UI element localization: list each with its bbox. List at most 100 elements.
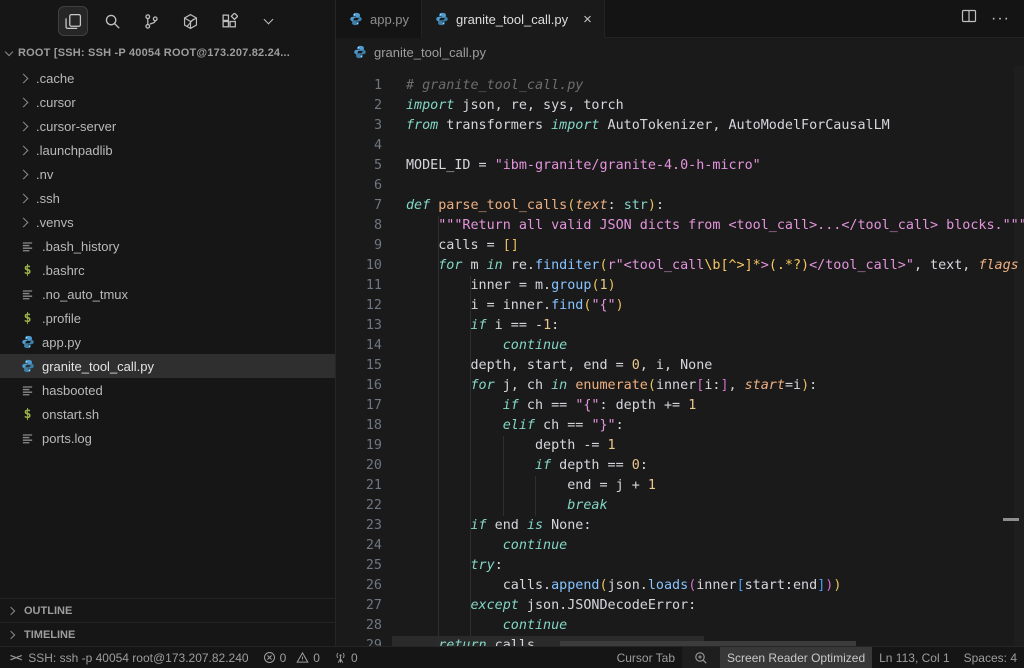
code-text: MODEL_ID = "ibm-granite/granite-4.0-h-mi… [406,158,761,173]
cursor-tab-status[interactable]: Cursor Tab [610,647,682,668]
tree-item--nv[interactable]: .nv [0,162,335,186]
tree-item-onstart-sh[interactable]: $onstart.sh [0,402,335,426]
code-line-21[interactable]: 21 end = j + 1 [336,476,1024,496]
code-line-1[interactable]: 1# granite_tool_call.py [336,76,1024,96]
code-line-18[interactable]: 18 elif ch == "}": [336,416,1024,436]
tab-app-py[interactable]: app.py [336,0,422,38]
code-line-13[interactable]: 13 if i == -1: [336,316,1024,336]
code-text: import json, re, sys, torch [406,98,624,113]
code-line-7[interactable]: 7def parse_tool_calls(text: str): [336,196,1024,216]
tree-item--profile[interactable]: $.profile [0,306,335,330]
code-text: break [406,498,608,513]
code-line-27[interactable]: 27 except json.JSONDecodeError: [336,596,1024,616]
code-text: """Return all valid JSON dicts from <too… [406,218,1024,233]
code-line-20[interactable]: 20 if depth == 0: [336,456,1024,476]
zoom-status[interactable] [682,647,720,668]
indentation-status[interactable]: Spaces: 4 [957,647,1024,668]
code-line-10[interactable]: 10 for m in re.finditer(r"<tool_call\b[^… [336,256,1024,276]
extensions-icon[interactable] [214,6,244,36]
workspace-title: ROOT [SSH: SSH -P 40054 ROOT@173.207.82.… [18,47,290,59]
tree-item--bash-history[interactable]: .bash_history [0,234,335,258]
shell-icon: $ [20,263,35,278]
code-line-14[interactable]: 14 continue [336,336,1024,356]
problems-status[interactable]: 0 0 [256,647,327,668]
vertical-scrollbar[interactable] [1014,66,1024,646]
code-line-25[interactable]: 25 try: [336,556,1024,576]
more-views-chevron-icon[interactable] [253,6,283,36]
close-icon[interactable]: × [583,12,592,27]
code-line-15[interactable]: 15 depth, start, end = 0, i, None [336,356,1024,376]
explorer-section-header[interactable]: ROOT [SSH: SSH -P 40054 ROOT@173.207.82.… [0,42,335,64]
code-line-19[interactable]: 19 depth -= 1 [336,436,1024,456]
code-text: if i == -1: [406,318,559,333]
code-line-9[interactable]: 9 calls = [] [336,236,1024,256]
tree-item--venvs[interactable]: .venvs [0,210,335,234]
code-line-6[interactable]: 6 [336,176,1024,196]
timeline-label: TIMELINE [24,629,75,641]
shell-icon: $ [20,407,35,422]
tree-item-label: .venvs [36,215,74,230]
code-line-8[interactable]: 8 """Return all valid JSON dicts from <t… [336,216,1024,236]
code-line-22[interactable]: 22 break [336,496,1024,516]
status-bar: >< SSH: ssh -p 40054 root@173.207.82.240… [0,646,1024,668]
tree-item-label: .ssh [36,191,60,206]
tree-item--cursor-server[interactable]: .cursor-server [0,114,335,138]
outline-label: OUTLINE [24,605,72,617]
code-text: try: [406,558,503,573]
tree-item--ssh[interactable]: .ssh [0,186,335,210]
folder-chevron-icon [19,217,29,227]
tree-item--cursor[interactable]: .cursor [0,90,335,114]
tab-label: app.py [370,12,409,27]
line-number: 11 [336,276,382,296]
tree-item-granite-tool-call-py[interactable]: granite_tool_call.py [0,354,335,378]
code-line-4[interactable]: 4 [336,136,1024,156]
tree-item--launchpadlib[interactable]: .launchpadlib [0,138,335,162]
code-text: continue [406,618,567,633]
tree-item-hasbooted[interactable]: hasbooted [0,378,335,402]
editor-actions: ··· [961,0,1024,37]
code-line-17[interactable]: 17 if ch == "{": depth += 1 [336,396,1024,416]
more-actions-icon[interactable]: ··· [991,10,1010,28]
code-editor[interactable]: 1# granite_tool_call.py2import json, re,… [336,66,1024,646]
code-line-26[interactable]: 26 calls.append(json.loads(inner[start:e… [336,576,1024,596]
radio-tower-icon [334,651,347,664]
line-number: 19 [336,436,382,456]
search-icon[interactable] [97,6,127,36]
tree-item-ports-log[interactable]: ports.log [0,426,335,450]
zoom-in-magnifier-icon [694,651,708,665]
code-line-11[interactable]: 11 inner = m.group(1) [336,276,1024,296]
code-line-3[interactable]: 3from transformers import AutoTokenizer,… [336,116,1024,136]
remote-explorer-cube-icon[interactable] [175,6,205,36]
folder-chevron-icon [19,145,29,155]
tree-item--bashrc[interactable]: $ .bashrc [0,258,335,282]
tree-item--no-auto-tmux[interactable]: .no_auto_tmux [0,282,335,306]
tab-granite-tool-call-py[interactable]: granite_tool_call.py × [422,0,605,39]
code-line-5[interactable]: 5MODEL_ID = "ibm-granite/granite-4.0-h-m… [336,156,1024,176]
remote-indicator-icon[interactable]: >< [0,651,21,664]
code-line-12[interactable]: 12 i = inner.find("{") [336,296,1024,316]
remote-status[interactable]: SSH: ssh -p 40054 root@173.207.82.240 [21,647,255,668]
ports-status[interactable]: 0 [327,647,365,668]
line-number: 23 [336,516,382,536]
code-line-28[interactable]: 28 continue [336,616,1024,636]
tree-item-label: hasbooted [42,383,103,398]
explorer-icon[interactable] [58,6,88,36]
code-line-23[interactable]: 23 if end is None: [336,516,1024,536]
tree-item-app-py[interactable]: app.py [0,330,335,354]
line-col-status[interactable]: Ln 113, Col 1 [872,647,957,668]
code-line-2[interactable]: 2import json, re, sys, torch [336,96,1024,116]
tab-bar: app.py granite_tool_call.py × ··· [336,0,1024,38]
sidebar-bottom-sections: OUTLINE TIMELINE [0,598,335,646]
screen-reader-status[interactable]: Screen Reader Optimized [720,647,872,668]
breadcrumb[interactable]: granite_tool_call.py [336,38,1024,66]
code-line-16[interactable]: 16 for j, ch in enumerate(inner[i:], sta… [336,376,1024,396]
cursor-tab-label: Cursor Tab [617,651,675,665]
outline-section-header[interactable]: OUTLINE [0,598,335,622]
source-control-icon[interactable] [136,6,166,36]
tree-item-label: app.py [42,335,81,350]
code-line-24[interactable]: 24 continue [336,536,1024,556]
timeline-section-header[interactable]: TIMELINE [0,622,335,646]
split-editor-icon[interactable] [961,8,977,29]
tree-item-label: .bashrc [42,263,85,278]
tree-item--cache[interactable]: .cache [0,66,335,90]
